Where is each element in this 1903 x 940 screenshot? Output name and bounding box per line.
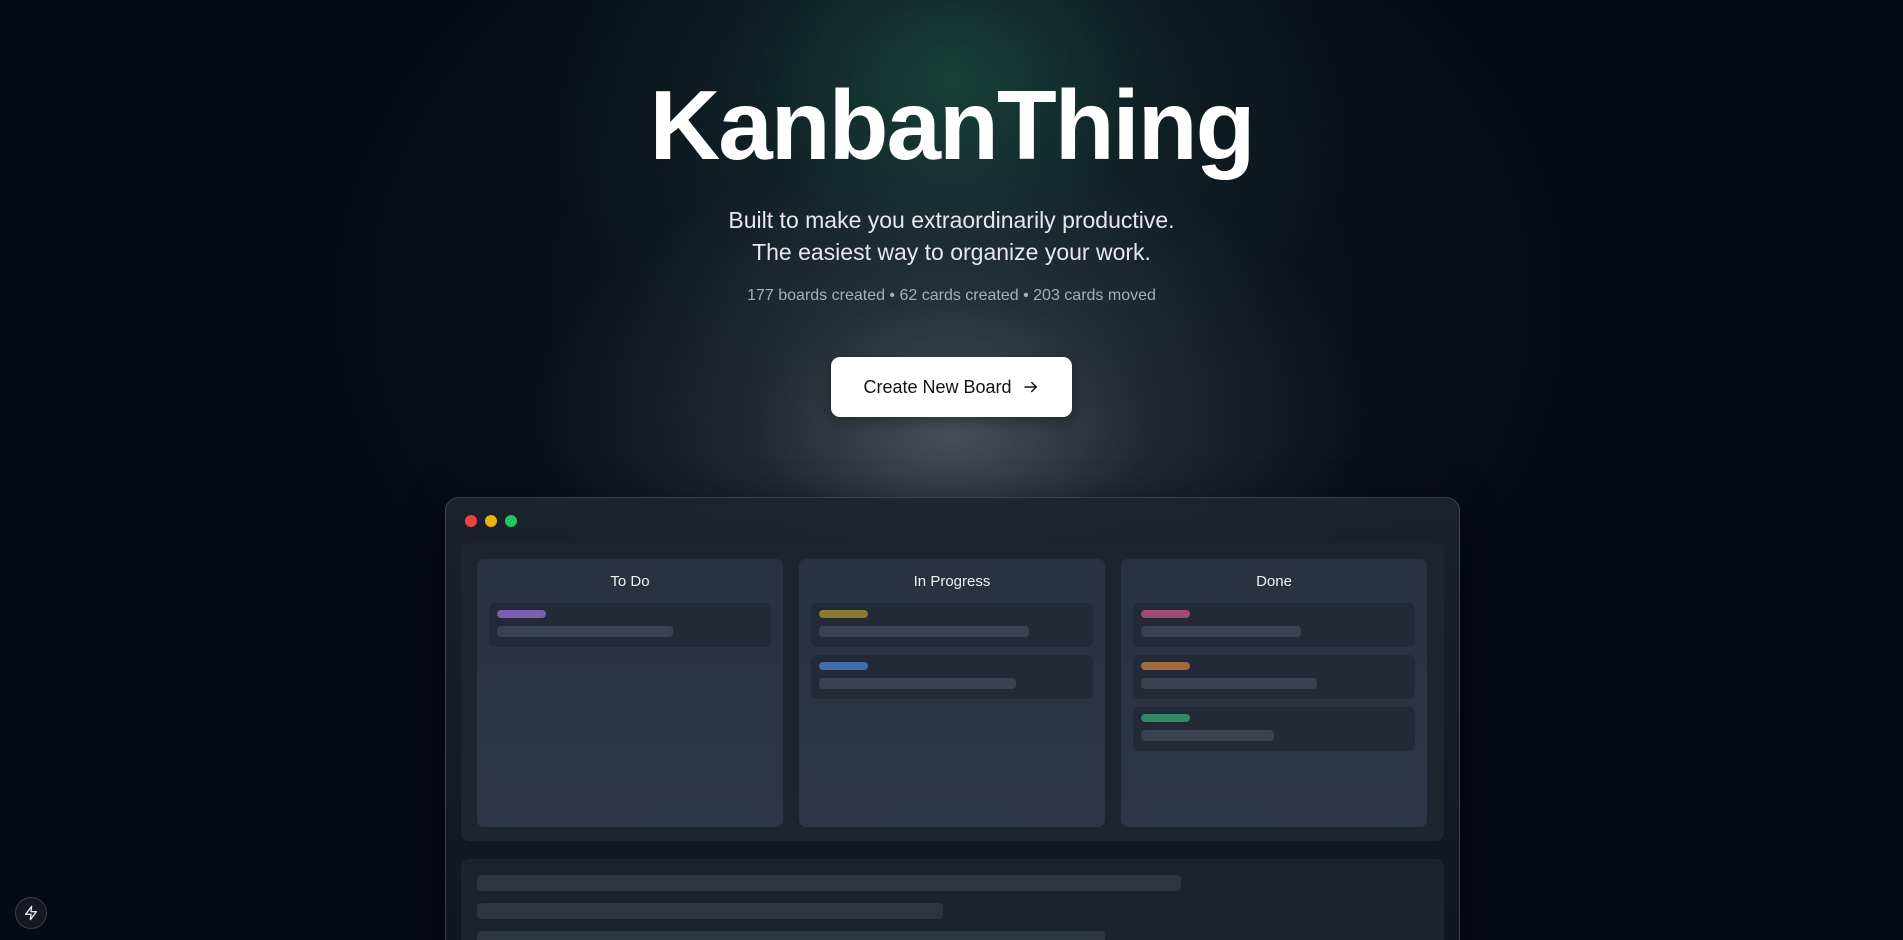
placeholder-card [1133, 707, 1415, 751]
window-maximize-dot [505, 515, 517, 527]
column-title: Done [1256, 573, 1292, 590]
preview-details-panel [461, 859, 1444, 940]
placeholder-card [489, 603, 771, 647]
hero-title: KanbanThing [649, 70, 1255, 180]
create-new-board-button[interactable]: Create New Board [831, 357, 1072, 417]
column-done: Done [1121, 559, 1427, 827]
card-label-tag [1141, 610, 1190, 618]
create-new-board-label: Create New Board [863, 376, 1012, 397]
lightning-icon [23, 905, 39, 921]
window-controls [465, 515, 517, 527]
card-text-placeholder [1141, 678, 1317, 689]
placeholder-card [1133, 603, 1415, 647]
text-placeholder-line [477, 931, 1105, 940]
arrow-right-icon [1022, 378, 1040, 396]
text-placeholder-line [477, 903, 943, 919]
placeholder-card [811, 603, 1093, 647]
tagline-line-1: Built to make you extraordinarily produc… [728, 207, 1175, 233]
card-label-tag [1141, 662, 1190, 670]
card-text-placeholder [819, 678, 1016, 689]
card-label-tag [1141, 714, 1190, 722]
placeholder-card [1133, 655, 1415, 699]
lightning-icon-button[interactable] [15, 897, 47, 929]
column-title: In Progress [913, 573, 991, 590]
card-text-placeholder [497, 626, 673, 637]
window-minimize-dot [485, 515, 497, 527]
text-placeholder-line [477, 875, 1181, 891]
board-preview-window: To Do In Progress Done [445, 497, 1460, 940]
window-close-dot [465, 515, 477, 527]
tagline-line-2: The easiest way to organize your work. [752, 239, 1151, 265]
landing-page: KanbanThing Built to make you extraordin… [0, 0, 1903, 940]
card-label-tag [819, 662, 868, 670]
card-text-placeholder [1141, 730, 1274, 741]
usage-stats: 177 boards created • 62 cards created • … [747, 287, 1156, 304]
card-label-tag [497, 610, 546, 618]
column-in-progress: In Progress [799, 559, 1105, 827]
card-text-placeholder [819, 626, 1029, 637]
card-text-placeholder [1141, 626, 1301, 637]
card-label-tag [819, 610, 868, 618]
column-title: To Do [610, 573, 650, 590]
placeholder-card [811, 655, 1093, 699]
column-to-do: To Do [477, 559, 783, 827]
kanban-board-preview: To Do In Progress Done [461, 543, 1444, 841]
